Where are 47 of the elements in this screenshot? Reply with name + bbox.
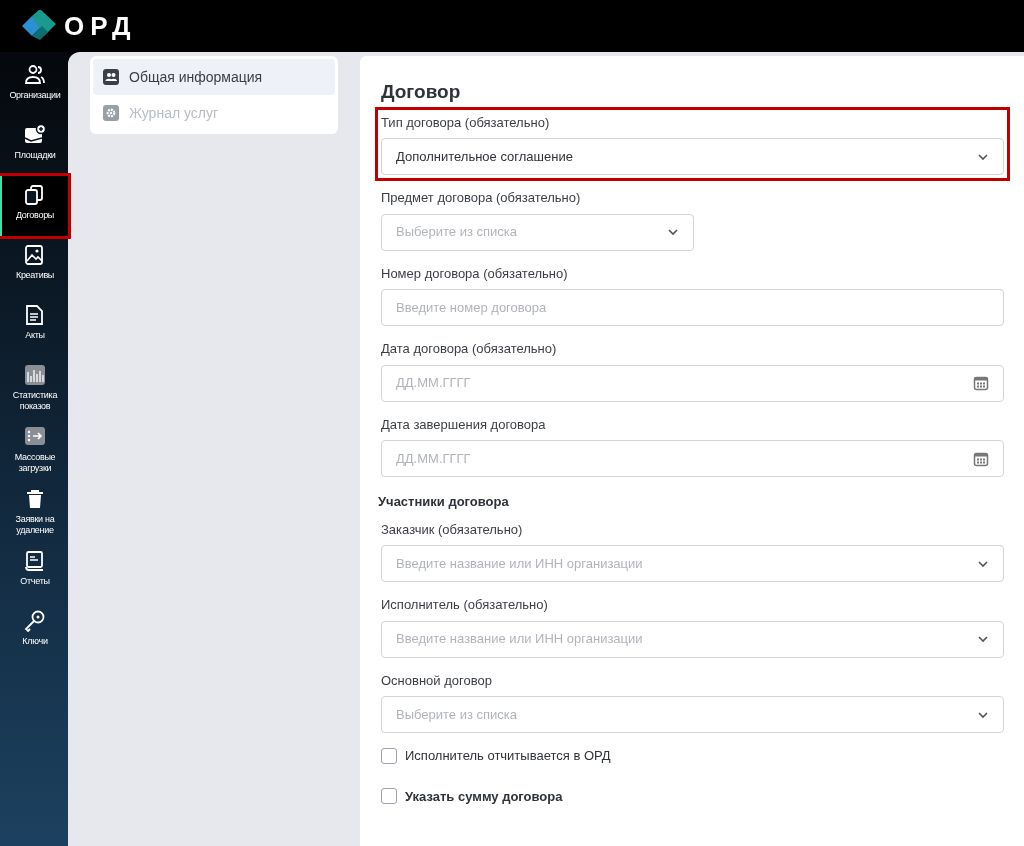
users-icon <box>24 64 46 86</box>
sidebar-item[interactable]: Отчеты <box>0 542 68 602</box>
form-title: Договор <box>381 80 462 104</box>
field-label: Дата завершения договора <box>381 415 547 434</box>
checkbox-row[interactable]: Исполнитель отчитывается в ОРД <box>381 746 1004 766</box>
sidebar-item[interactable]: Договоры <box>0 176 68 236</box>
sidebar-item[interactable]: Заявки на удаление <box>0 480 68 542</box>
calendar-icon <box>973 450 989 467</box>
select-field[interactable]: Дополнительное соглашение <box>381 138 1004 175</box>
checkbox-label: Исполнитель отчитывается в ОРД <box>405 747 611 765</box>
gear-icon <box>103 105 119 121</box>
field-label: Номер договора (обязательно) <box>381 264 569 283</box>
chevron-down-icon <box>667 228 679 236</box>
sidebar-item[interactable]: Акты <box>0 296 68 356</box>
report-icon <box>24 550 46 572</box>
sidebar-item[interactable]: Креативы <box>0 236 68 296</box>
inbox-plus-icon <box>24 124 46 146</box>
field-label: Дата договора (обязательно) <box>381 340 558 358</box>
trash-icon <box>24 488 46 510</box>
document-icon <box>24 304 46 326</box>
field-label: Предмет договора (обязательно) <box>381 189 582 207</box>
documents-icon <box>24 184 46 206</box>
checkbox-row[interactable]: Указать сумму договора <box>381 786 1004 806</box>
field-label: Заказчик (обязательно) <box>381 520 524 539</box>
chevron-down-icon <box>977 635 989 643</box>
field-label: Тип договора (обязательно) <box>381 113 551 132</box>
calendar-icon <box>973 375 989 391</box>
field-label: Исполнитель (обязательно) <box>381 596 549 614</box>
sidebar-item[interactable]: Организации <box>0 56 68 116</box>
sidebar-item[interactable]: Ключи <box>0 602 68 662</box>
bar-chart-icon <box>24 364 46 386</box>
section-heading: Участники договора <box>378 493 510 511</box>
field-label: Основной договор <box>381 671 493 690</box>
logo-text: ОРД <box>64 9 137 43</box>
key-icon <box>24 610 46 632</box>
chevron-down-icon <box>977 559 989 568</box>
logo-icon <box>20 10 56 42</box>
chevron-down-icon <box>977 152 989 161</box>
checkbox[interactable] <box>381 747 397 764</box>
image-icon <box>24 244 46 266</box>
checkbox-label: Указать сумму договора <box>405 787 563 806</box>
checkbox[interactable] <box>381 788 397 805</box>
sidebar-item[interactable]: Статистика показов <box>0 356 68 418</box>
section-tab[interactable]: Общая информация <box>93 59 335 95</box>
sidebar-item[interactable]: Массовые загрузки <box>0 418 68 480</box>
chevron-down-icon <box>977 710 989 719</box>
users-icon <box>103 69 119 85</box>
